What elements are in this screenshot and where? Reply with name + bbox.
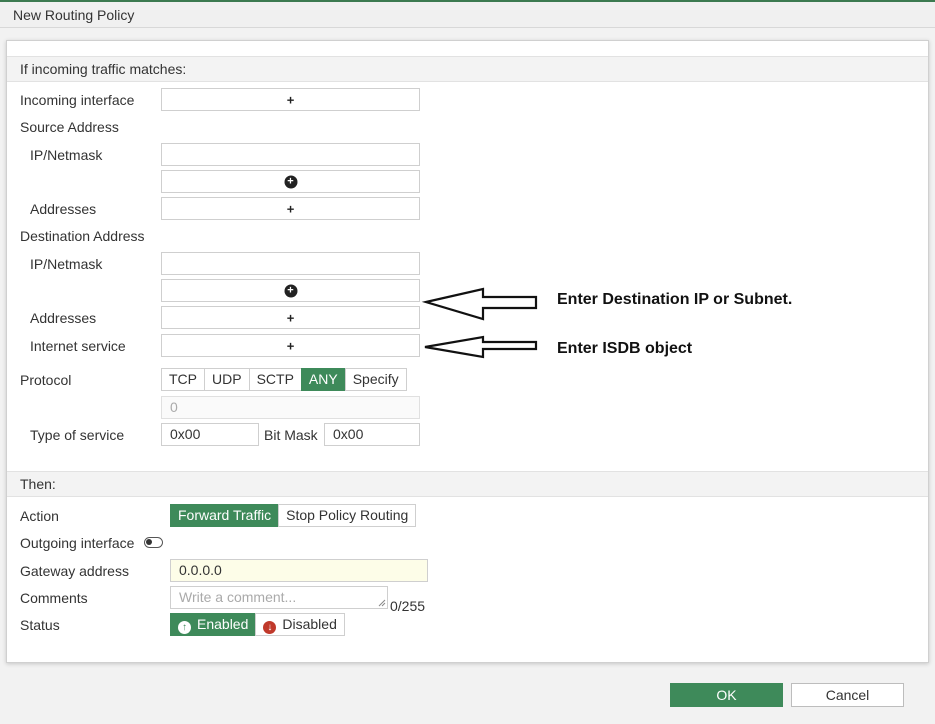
toggle-off-icon[interactable] [144, 537, 163, 548]
protocol-selector: TCP UDP SCTP ANY Specify [161, 368, 407, 391]
destination-annotation-text: Enter Destination IP or Subnet. [557, 291, 793, 308]
title-bar: New Routing Policy [0, 2, 935, 28]
protocol-number-input[interactable]: 0 [161, 396, 420, 419]
destination-addresses-field[interactable]: + [161, 306, 420, 329]
source-ipnetmask-label: IP/Netmask [30, 147, 103, 163]
destination-add-ipnetmask-button[interactable]: + [161, 279, 420, 302]
match-section-header: If incoming traffic matches: [7, 56, 928, 82]
action-selector: Forward Traffic Stop Policy Routing [170, 504, 417, 527]
comments-label: Comments [20, 590, 88, 606]
comments-textarea[interactable]: Write a comment... [170, 586, 388, 609]
plus-icon: + [286, 92, 295, 107]
internet-service-field[interactable]: + [161, 334, 420, 357]
protocol-option-specify[interactable]: Specify [344, 368, 407, 391]
action-label: Action [20, 508, 59, 524]
arrow-up-circle-icon: ↑ [178, 621, 191, 634]
plus-icon: + [286, 338, 295, 353]
then-section-title: Then: [20, 476, 56, 492]
destination-address-label: Destination Address [20, 228, 145, 244]
then-section-header: Then: [7, 471, 928, 497]
status-disabled-button[interactable]: ↓ Disabled [255, 613, 345, 636]
protocol-option-any[interactable]: ANY [300, 368, 346, 391]
bit-mask-label: Bit Mask [264, 427, 318, 443]
action-stop-policy-routing[interactable]: Stop Policy Routing [278, 504, 417, 527]
plus-circle-icon: + [284, 175, 297, 188]
protocol-label: Protocol [20, 372, 72, 388]
match-section-title: If incoming traffic matches: [20, 61, 187, 77]
protocol-number-placeholder: 0 [170, 399, 178, 415]
cancel-button[interactable]: Cancel [791, 683, 904, 707]
incoming-interface-field[interactable]: + [161, 88, 420, 111]
resize-grip-icon[interactable] [378, 599, 386, 607]
protocol-option-tcp[interactable]: TCP [161, 368, 205, 391]
destination-ipnetmask-label: IP/Netmask [30, 256, 103, 272]
status-enabled-button[interactable]: ↑ Enabled [170, 613, 257, 636]
bit-mask-input[interactable]: 0x00 [324, 423, 420, 446]
plus-icon: + [286, 201, 295, 216]
comments-counter: 0/255 [390, 598, 426, 614]
internet-service-label: Internet service [30, 338, 126, 354]
gateway-address-value: 0.0.0.0 [179, 562, 222, 578]
window-title: New Routing Policy [13, 7, 135, 23]
isdb-annotation-text: Enter ISDB object [557, 340, 693, 357]
ok-button[interactable]: OK [670, 683, 783, 707]
status-label: Status [20, 617, 60, 633]
source-addresses-field[interactable]: + [161, 197, 420, 220]
source-add-ipnetmask-button[interactable]: + [161, 170, 420, 193]
type-of-service-value: 0x00 [170, 426, 201, 442]
plus-icon: + [286, 310, 295, 325]
plus-circle-icon: + [284, 284, 297, 297]
source-addresses-label: Addresses [30, 201, 97, 217]
status-selector: ↑ Enabled ↓ Disabled [170, 613, 345, 636]
source-address-label: Source Address [20, 119, 119, 135]
status-disabled-label: Disabled [282, 616, 337, 632]
incoming-interface-label: Incoming interface [20, 92, 135, 108]
outgoing-interface-label: Outgoing interface [20, 535, 135, 551]
gateway-address-input[interactable]: 0.0.0.0 [170, 559, 428, 582]
source-ipnetmask-input[interactable] [161, 143, 420, 166]
action-forward-traffic[interactable]: Forward Traffic [170, 504, 280, 527]
gateway-address-label: Gateway address [20, 563, 129, 579]
destination-annotation-arrow [421, 287, 538, 321]
isdb-annotation-arrow [424, 335, 538, 359]
protocol-option-udp[interactable]: UDP [204, 368, 250, 391]
comments-placeholder: Write a comment... [179, 589, 297, 605]
routing-policy-form: If incoming traffic matches: Incoming in… [6, 40, 929, 663]
arrow-down-circle-icon: ↓ [263, 621, 277, 634]
destination-addresses-label: Addresses [30, 310, 97, 326]
type-of-service-label: Type of service [30, 427, 125, 443]
status-enabled-label: Enabled [197, 616, 249, 632]
protocol-option-sctp[interactable]: SCTP [248, 368, 302, 391]
destination-ipnetmask-input[interactable] [161, 252, 420, 275]
bit-mask-value: 0x00 [333, 426, 364, 442]
type-of-service-input[interactable]: 0x00 [161, 423, 259, 446]
